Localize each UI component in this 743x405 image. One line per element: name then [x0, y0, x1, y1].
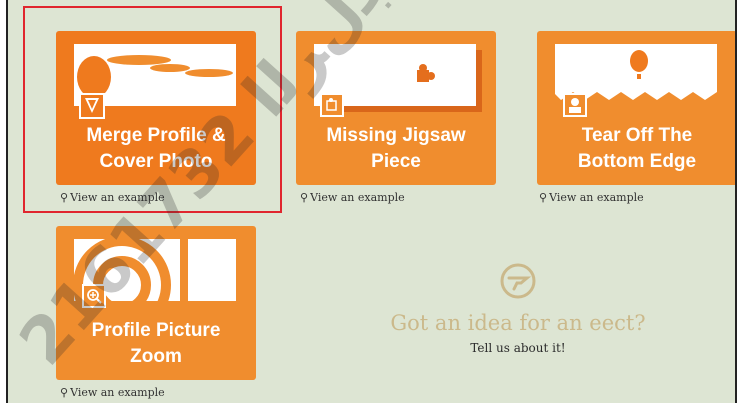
- effects-panel: Merge Profile & Cover Photo ⚲ View an exa…: [6, 0, 737, 403]
- suggest-effect-area[interactable]: Got an idea for an eect? Tell us about i…: [358, 262, 678, 355]
- effect-card-tear-off-edge[interactable]: Tear Off The Bottom Edge: [537, 31, 735, 185]
- jigsaw-badge-icon: [320, 93, 344, 117]
- view-example-label: View an example: [310, 191, 405, 204]
- magnifier-icon: ⚲: [539, 191, 548, 204]
- effect-title: Profile Picture Zoom: [91, 320, 221, 367]
- avatar-badge-icon: [563, 93, 587, 117]
- idea-title: Got an idea for an eect?: [390, 311, 646, 335]
- view-example-label: View an example: [549, 191, 644, 204]
- effect-card-profile-zoom[interactable]: Profile Picture Zoom: [56, 226, 256, 380]
- effect-card-missing-jigsaw[interactable]: Missing Jigsaw Piece: [296, 31, 496, 185]
- effect-title: Tear Off The Bottom Edge: [577, 125, 697, 172]
- idea-bubble-icon: [500, 263, 536, 299]
- view-example-link[interactable]: ⚲ View an example: [539, 191, 644, 204]
- magnifier-icon: ⚲: [300, 191, 309, 204]
- selection-highlight: [23, 6, 282, 213]
- effect-title: Missing Jigsaw Piece: [326, 125, 466, 172]
- view-example-link[interactable]: ⚲ View an example: [300, 191, 405, 204]
- view-example-label: View an example: [70, 386, 165, 399]
- zoom-badge-icon: [82, 284, 106, 308]
- idea-subtitle[interactable]: Tell us about it!: [358, 341, 678, 355]
- magnifier-icon: ⚲: [60, 386, 69, 399]
- view-example-link[interactable]: ⚲ View an example: [60, 386, 165, 399]
